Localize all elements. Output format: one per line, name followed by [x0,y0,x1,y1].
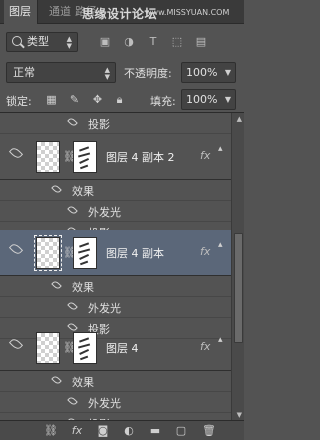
eye-icon[interactable] [8,336,24,352]
chevron-down-icon[interactable]: ▼ [225,63,231,83]
tab-layers[interactable]: 图层 [4,0,38,24]
eye-icon[interactable] [67,116,78,128]
image-icon[interactable]: ▣ [98,35,112,48]
chevron-up-icon[interactable]: ▴ [218,144,223,154]
layer-row-selected[interactable]: ⛓︎ 图层 4 副本 fx ▴ [0,230,231,276]
layer-thumbnail [34,235,62,271]
fill-value: 100% [186,93,218,106]
effect-label: 外发光 [88,302,121,315]
scroll-up-icon[interactable]: ▲ [237,115,242,123]
lock-move-icon[interactable]: ✥ [91,93,104,106]
link-icon[interactable]: ⛓︎ [44,424,58,438]
eye-icon[interactable] [8,241,24,257]
effect-label: 外发光 [88,397,121,410]
effect-item[interactable]: 投影 [0,413,231,420]
opacity-label: 不透明度: [124,67,172,80]
effect-item[interactable]: 外发光 [0,201,231,222]
layer-name[interactable]: 图层 4 副本 [106,245,164,261]
chevron-up-icon[interactable]: ▴ [218,335,223,345]
fill-label: 填充: [150,95,176,108]
effects-group[interactable]: 效果 [0,371,231,392]
effect-item[interactable]: 投影 [0,113,231,134]
layer-list[interactable]: 投影 ⛓︎ 图层 4 副本 2 fx ▴ 效果 外发光 投影 ⛓︎ [0,112,244,420]
effect-item[interactable]: 外发光 [0,297,231,318]
layer-thumbnail [36,332,60,364]
new-layer-icon[interactable]: ▢ [174,424,188,438]
fx-icon[interactable]: fx [200,340,210,353]
eye-icon[interactable] [51,183,62,195]
chevron-up-icon[interactable]: ▴ [218,240,223,250]
scrollbar-thumb[interactable] [234,233,243,343]
filter-kind-select[interactable]: 类型 ▲ ▼ [6,32,78,52]
effect-label: 投影 [88,118,110,131]
filter-kind-label: 类型 [27,35,49,48]
blend-mode-select[interactable]: 正常 ▲ ▼ [6,62,116,83]
scroll-down-icon[interactable]: ▼ [237,411,242,419]
shape-icon[interactable]: ⬚ [170,35,184,48]
lock-transparency-icon[interactable]: ▦ [45,93,58,106]
mask-thumbnail[interactable] [73,237,97,269]
eye-icon[interactable] [67,204,78,216]
eye-icon[interactable] [51,279,62,291]
mask-icon[interactable]: ◙ [96,424,110,438]
effects-group[interactable]: 效果 [0,276,231,297]
chevron-down-icon[interactable]: ▼ [225,90,231,110]
chevron-down-icon: ▼ [104,73,110,81]
eye-icon[interactable] [67,395,78,407]
layer-row[interactable]: ⛓︎ 图层 4 fx ▴ [0,325,231,371]
layer-thumbnail [36,141,60,173]
lock-row: 锁定: ▦ ✎ ✥ 🔒︎ 填充: 100% ▼ [0,89,244,111]
lock-all-icon[interactable]: 🔒︎ [113,93,126,106]
type-icon[interactable]: T [146,35,160,48]
eye-icon[interactable] [51,374,62,386]
effects-label: 效果 [72,185,94,198]
lock-label: 锁定: [6,95,32,108]
adjustment-icon[interactable]: ◐ [122,424,136,438]
bottom-toolbar: ⛓︎ fx ◙ ◐ ▬ ▢ 🗑︎ [0,420,244,440]
fx-icon[interactable]: fx [200,149,210,162]
trash-icon[interactable]: 🗑︎ [202,424,216,438]
layer-list-scrollbar[interactable]: ▲ ▼ [231,113,244,420]
opacity-field[interactable]: 100% ▼ [181,62,236,83]
fill-field[interactable]: 100% ▼ [181,89,236,110]
eye-icon[interactable] [8,145,24,161]
opacity-value: 100% [186,66,218,79]
effects-label: 效果 [72,376,94,389]
panel-tabs: 图层 通道 路径 思缘设计论坛 www.MISSYUAN.COM [0,0,244,24]
filter-row: 类型 ▲ ▼ ▣ ◑ T ⬚ ▤ [0,30,244,54]
effect-item[interactable]: 外发光 [0,392,231,413]
fx-icon[interactable]: fx [70,424,84,438]
mask-thumbnail[interactable] [73,332,97,364]
folder-icon[interactable]: ▬ [148,424,162,438]
blend-row: 正常 ▲ ▼ 不透明度: 100% ▼ [0,62,244,84]
effect-label: 外发光 [88,206,121,219]
layer-name[interactable]: 图层 4 副本 2 [106,149,175,165]
layer-row[interactable]: ⛓︎ 图层 4 副本 2 fx ▴ [0,134,231,180]
chevron-down-icon: ▼ [66,42,72,50]
lock-brush-icon[interactable]: ✎ [68,93,81,106]
watermark-url: www.MISSYUAN.COM [145,8,230,17]
adjustment-circle-icon[interactable]: ◑ [122,35,136,48]
search-icon [12,36,22,46]
blend-mode-value: 正常 [13,66,35,79]
smart-object-icon[interactable]: ▤ [194,35,208,48]
eye-icon[interactable] [67,300,78,312]
effects-group[interactable]: 效果 [0,180,231,201]
effects-label: 效果 [72,281,94,294]
fx-icon[interactable]: fx [200,245,210,258]
layer-name[interactable]: 图层 4 [106,340,139,356]
mask-thumbnail[interactable] [73,141,97,173]
